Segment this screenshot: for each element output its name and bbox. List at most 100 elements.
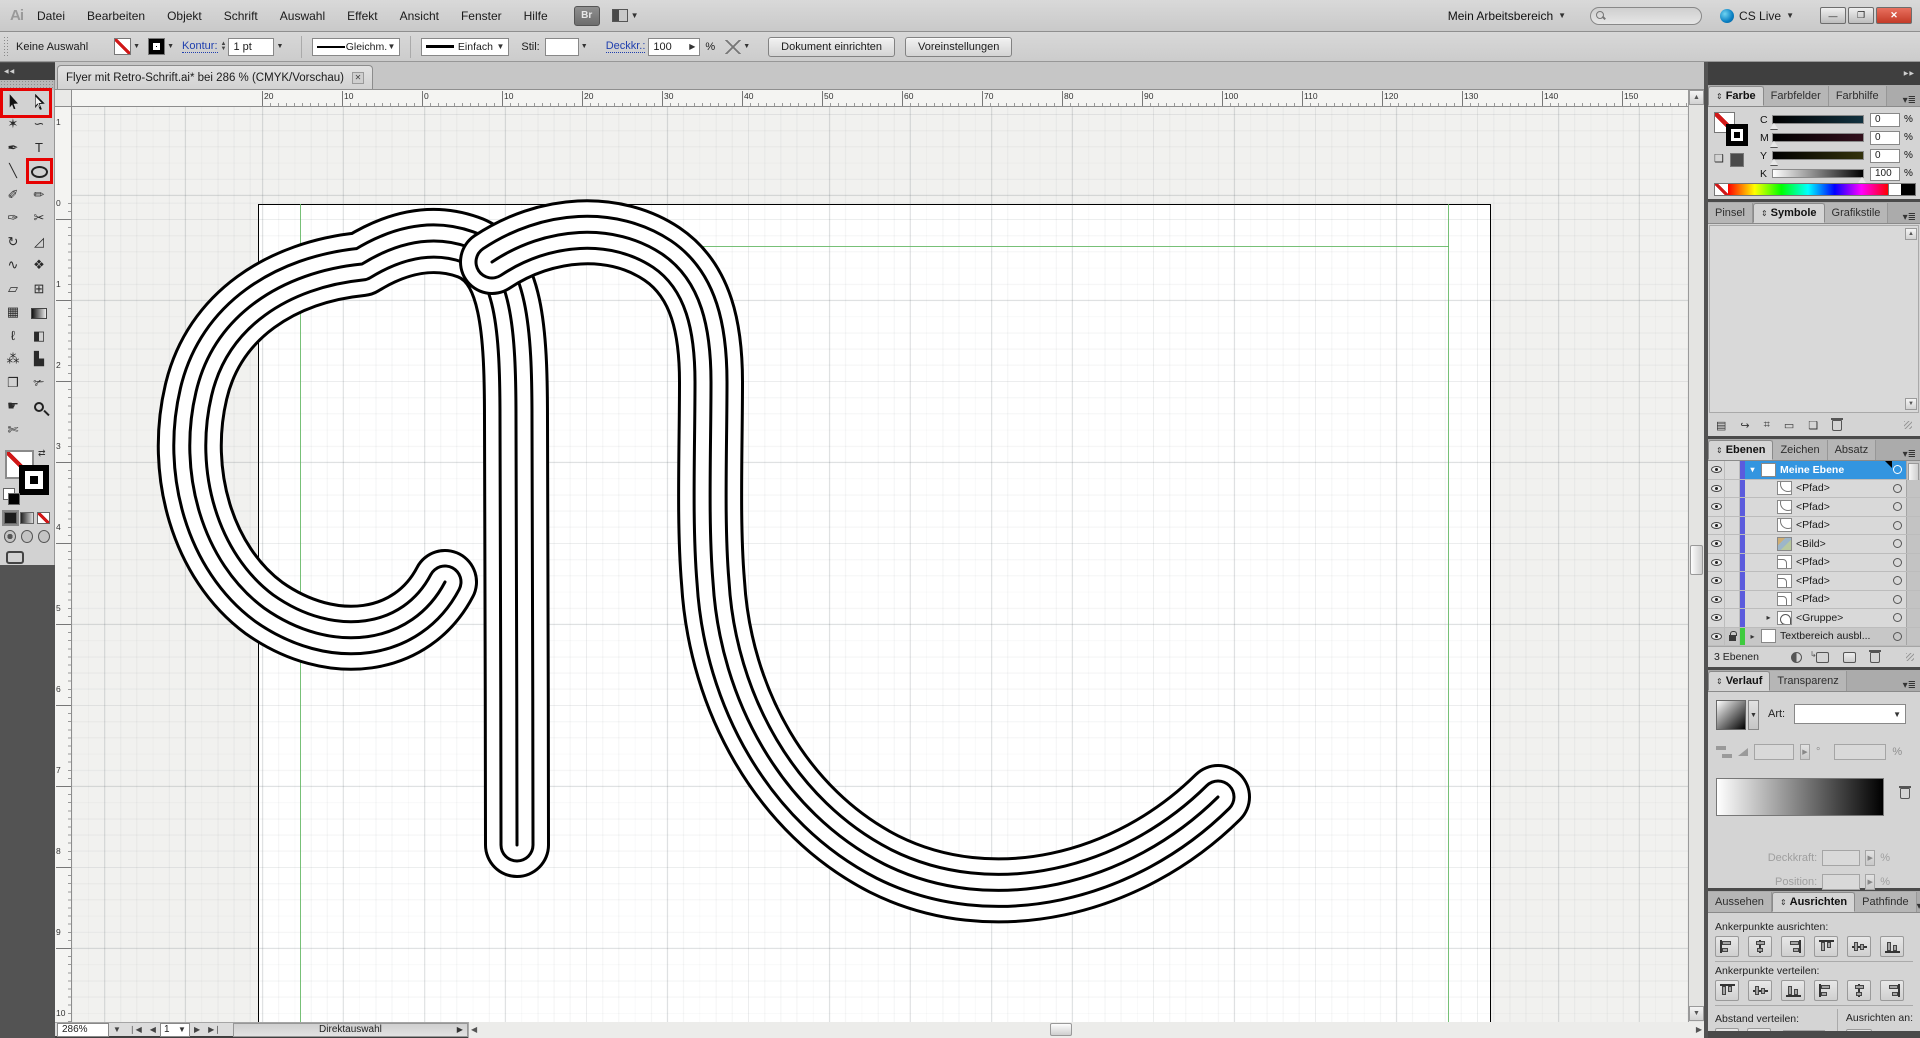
eyedropper-tool[interactable]: ℓ bbox=[0, 325, 26, 349]
arrange-documents-button[interactable]: ▼ bbox=[612, 9, 639, 22]
scale-tool[interactable]: ◿ bbox=[26, 231, 52, 255]
brush-definition-select[interactable]: Einfach ▼ bbox=[421, 38, 509, 56]
paintbrush-tool[interactable]: ✐ bbox=[0, 184, 26, 208]
horizontal-scroll-thumb[interactable] bbox=[1050, 1023, 1072, 1036]
perspective-grid-tool[interactable]: ⊞ bbox=[26, 278, 52, 302]
panel-menu-icon[interactable]: ▾≣ bbox=[1903, 449, 1920, 460]
stop-position-field[interactable] bbox=[1822, 874, 1860, 890]
stroke-proxy-swatch[interactable] bbox=[1726, 124, 1748, 146]
chevron-down-icon[interactable]: ▼ bbox=[276, 43, 283, 50]
layers-scrollbar[interactable] bbox=[1906, 480, 1920, 498]
fill-color-swatch[interactable] bbox=[114, 38, 131, 55]
chevron-down-icon[interactable]: ▼ bbox=[113, 1025, 121, 1034]
layers-scrollbar[interactable] bbox=[1906, 498, 1920, 516]
delete-layer-icon[interactable] bbox=[1870, 652, 1880, 663]
visibility-toggle[interactable] bbox=[1708, 498, 1725, 516]
visibility-toggle[interactable] bbox=[1708, 591, 1725, 609]
lock-toggle[interactable] bbox=[1725, 609, 1740, 627]
horizontal-scrollbar[interactable]: ◀ ▶ bbox=[468, 1022, 1704, 1038]
visibility-toggle[interactable] bbox=[1708, 572, 1725, 590]
slice-tool[interactable]: ✃ bbox=[26, 372, 52, 396]
symbol-libraries-icon[interactable]: ▤ bbox=[1716, 419, 1726, 432]
layers-scrollbar[interactable] bbox=[1906, 554, 1920, 572]
symbols-list[interactable]: ▲ ▼ bbox=[1709, 225, 1919, 413]
color-spectrum-bar[interactable] bbox=[1714, 183, 1916, 196]
restore-button[interactable]: ❐ bbox=[1848, 7, 1874, 24]
lock-toggle[interactable] bbox=[1725, 517, 1740, 535]
distribute-vertical-space-button[interactable] bbox=[1715, 1028, 1739, 1032]
expander-icon[interactable]: ▸ bbox=[1748, 632, 1757, 641]
search-input[interactable] bbox=[1590, 7, 1702, 25]
stop-opacity-field[interactable] bbox=[1822, 850, 1860, 866]
tab-close-icon[interactable]: ✕ bbox=[352, 72, 364, 84]
place-symbol-icon[interactable]: ↪ bbox=[1740, 419, 1749, 432]
lock-toggle[interactable] bbox=[1725, 591, 1740, 609]
tab-pathfinde[interactable]: Pathfinde bbox=[1855, 892, 1916, 912]
layer-row[interactable]: <Pfad> bbox=[1708, 591, 1920, 610]
vertical-scroll-thumb[interactable] bbox=[1690, 545, 1703, 575]
minimize-button[interactable]: — bbox=[1820, 7, 1846, 24]
stepper-icon[interactable]: ▶ bbox=[1865, 850, 1875, 866]
lock-toggle[interactable] bbox=[1725, 461, 1740, 479]
expander-icon[interactable]: ▸ bbox=[1764, 613, 1773, 622]
target-circle-icon[interactable] bbox=[1893, 502, 1902, 511]
document-setup-button[interactable]: Dokument einrichten bbox=[768, 37, 895, 57]
first-page-icon[interactable]: ❘◀ bbox=[129, 1025, 142, 1034]
menu-fenster[interactable]: Fenster bbox=[461, 9, 502, 23]
chevron-down-icon[interactable]: ▼ bbox=[167, 43, 174, 50]
zoom-tool[interactable] bbox=[26, 396, 52, 420]
chevron-down-icon[interactable]: ▼ bbox=[133, 43, 140, 50]
visibility-toggle[interactable] bbox=[1708, 517, 1725, 535]
current-tool-indicator[interactable]: Direktauswahl ▶ bbox=[233, 1023, 468, 1037]
channel-slider[interactable] bbox=[1772, 151, 1864, 160]
distribute-h-center-button[interactable] bbox=[1847, 980, 1871, 1001]
chevron-down-icon[interactable]: ▼ bbox=[581, 43, 588, 50]
scroll-down-icon[interactable]: ▼ bbox=[1905, 398, 1917, 410]
spacing-value-field[interactable]: ▲▼ 2 mm bbox=[1783, 1030, 1825, 1032]
panel-resize-grip[interactable] bbox=[1904, 421, 1912, 429]
visibility-toggle[interactable] bbox=[1708, 535, 1725, 553]
layer-row[interactable]: <Pfad> bbox=[1708, 572, 1920, 591]
target-circle-icon[interactable] bbox=[1893, 558, 1902, 567]
target-circle-icon[interactable] bbox=[1893, 595, 1902, 604]
scroll-down-icon[interactable]: ▼ bbox=[1689, 1006, 1704, 1021]
hand-tool[interactable]: ☛ bbox=[0, 396, 26, 420]
scroll-up-icon[interactable]: ▲ bbox=[1905, 228, 1917, 240]
menu-bearbeiten[interactable]: Bearbeiten bbox=[87, 9, 145, 23]
target-circle-icon[interactable] bbox=[1893, 521, 1902, 530]
pen-tool[interactable]: ✒ bbox=[0, 137, 26, 161]
shape-builder-tool[interactable]: ▱ bbox=[0, 278, 26, 302]
dock-collapse-button[interactable]: ▶▶ bbox=[1708, 62, 1920, 85]
black-swatch[interactable] bbox=[1901, 184, 1915, 195]
lock-toggle[interactable] bbox=[1725, 572, 1740, 590]
menu-objekt[interactable]: Objekt bbox=[167, 9, 202, 23]
target-circle-icon[interactable] bbox=[1893, 484, 1902, 493]
menu-ansicht[interactable]: Ansicht bbox=[400, 9, 439, 23]
free-transform-tool[interactable]: ❖ bbox=[26, 255, 52, 279]
stroke-proxy-swatch[interactable] bbox=[19, 465, 49, 495]
column-graph-tool[interactable]: ▙ bbox=[26, 349, 52, 373]
zoom-level-field[interactable]: 286% bbox=[57, 1023, 109, 1037]
white-swatch[interactable] bbox=[1888, 184, 1901, 195]
layer-row[interactable]: ▸Textbereich ausbl... bbox=[1708, 628, 1920, 647]
isolate-selection-icon[interactable] bbox=[725, 40, 741, 54]
stroke-weight-field[interactable]: 1 pt bbox=[228, 38, 274, 56]
gradient-angle-field[interactable] bbox=[1754, 744, 1794, 760]
channel-value-field[interactable]: 0 bbox=[1870, 131, 1900, 145]
chevron-down-icon[interactable]: ▼ bbox=[743, 43, 750, 50]
layers-scrollbar[interactable] bbox=[1906, 628, 1920, 646]
tab-ausrichten[interactable]: ⇕Ausrichten bbox=[1772, 892, 1855, 912]
stepper-icon[interactable]: ▶ bbox=[1865, 874, 1875, 890]
lock-toggle[interactable] bbox=[1725, 628, 1740, 646]
new-sublayer-icon[interactable] bbox=[1816, 652, 1829, 663]
align-to-button[interactable]: ▼ bbox=[1846, 1029, 1872, 1031]
next-page-icon[interactable]: ▶ bbox=[194, 1025, 200, 1034]
target-circle-icon[interactable] bbox=[1893, 539, 1902, 548]
visibility-toggle[interactable] bbox=[1708, 609, 1725, 627]
stroke-weight-stepper[interactable]: ▲▼ bbox=[221, 42, 227, 52]
vertical-ruler[interactable]: 1012345678910 bbox=[55, 107, 72, 1022]
slider-knob-icon[interactable] bbox=[1770, 141, 1778, 147]
scroll-left-icon[interactable]: ◀ bbox=[471, 1025, 477, 1034]
draw-behind-button[interactable] bbox=[21, 530, 33, 543]
menu-auswahl[interactable]: Auswahl bbox=[280, 9, 325, 23]
